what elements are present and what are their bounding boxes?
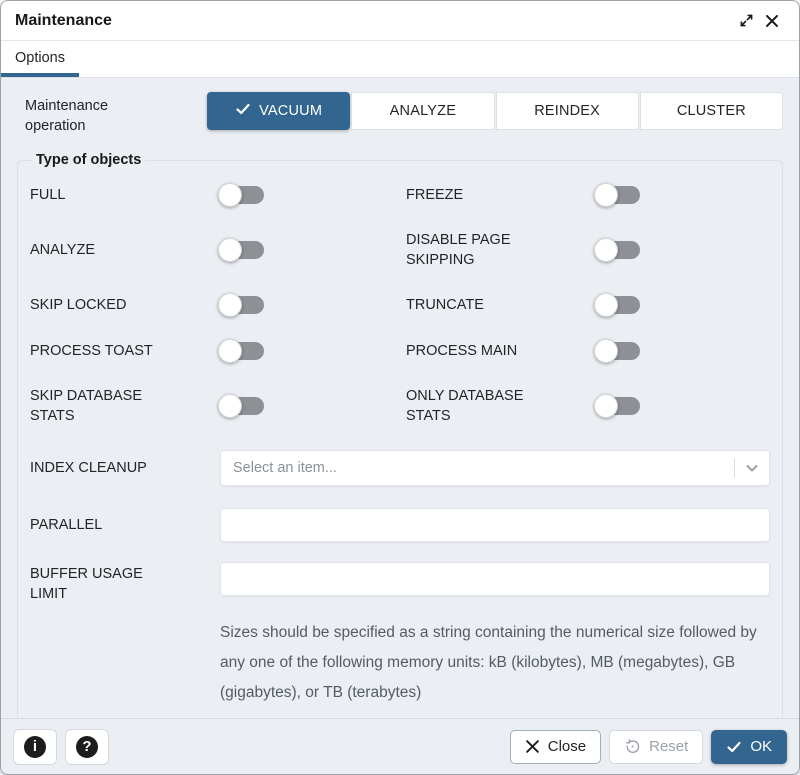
maintenance-dialog: Maintenance Options Maintenance operatio… [0, 0, 800, 775]
operation-vacuum-button[interactable]: VACUUM [207, 92, 350, 130]
index-cleanup-row: INDEX CLEANUP Select an item... [30, 438, 770, 494]
check-icon [726, 739, 742, 755]
dialog-content: Maintenance operation VACUUM ANALYZE REI… [1, 78, 799, 718]
chevron-down-icon [743, 459, 761, 477]
full-toggle[interactable] [220, 186, 264, 204]
parallel-label: PARALLEL [30, 515, 220, 535]
truncate-toggle[interactable] [596, 296, 640, 314]
operation-button-group: VACUUM ANALYZE REINDEX CLUSTER [207, 92, 783, 136]
operation-cluster-button[interactable]: CLUSTER [640, 92, 783, 130]
skip-locked-toggle[interactable] [220, 296, 264, 314]
disable-page-skipping-toggle[interactable] [596, 241, 640, 259]
operation-analyze-button[interactable]: ANALYZE [351, 92, 494, 130]
maintenance-operation-row: Maintenance operation VACUUM ANALYZE REI… [17, 92, 783, 136]
buffer-usage-note-row: Sizes should be specified as a string co… [30, 612, 770, 708]
info-icon: i [24, 736, 46, 758]
index-cleanup-label: INDEX CLEANUP [30, 458, 220, 478]
type-of-objects-fieldset: Type of objects FULL FREEZE ANALYZE DISA… [17, 152, 783, 718]
buffer-usage-limit-label: BUFFER USAGE LIMIT [30, 562, 220, 604]
expand-button[interactable] [733, 8, 759, 34]
toggle-row-freeze: FREEZE [406, 172, 770, 218]
dialog-footer: i ? Close Reset O [1, 718, 799, 774]
freeze-toggle[interactable] [596, 186, 640, 204]
toggle-row-disable-page-skipping: DISABLE PAGE SKIPPING [406, 218, 770, 282]
type-of-objects-legend: Type of objects [32, 152, 145, 168]
help-button[interactable]: ? [65, 729, 109, 765]
process-main-toggle[interactable] [596, 342, 640, 360]
buffer-usage-note: Sizes should be specified as a string co… [220, 618, 770, 708]
toggle-row-skip-locked: SKIP LOCKED [30, 282, 394, 328]
reset-button[interactable]: Reset [609, 730, 703, 764]
skip-database-stats-toggle[interactable] [220, 397, 264, 415]
ok-button[interactable]: OK [711, 730, 787, 764]
tab-options[interactable]: Options [1, 41, 79, 77]
toggle-row-skip-database-stats: SKIP DATABASE STATS [30, 374, 394, 438]
toggle-row-only-database-stats: ONLY DATABASE STATS [406, 374, 770, 438]
only-database-stats-toggle[interactable] [596, 397, 640, 415]
close-button[interactable]: Close [510, 730, 601, 764]
rotate-left-icon [624, 738, 641, 755]
parallel-row: PARALLEL [30, 494, 770, 550]
tab-bar: Options [1, 41, 799, 78]
toggle-row-truncate: TRUNCATE [406, 282, 770, 328]
sql-info-button[interactable]: i [13, 729, 57, 765]
analyze-toggle[interactable] [220, 241, 264, 259]
operation-reindex-button[interactable]: REINDEX [496, 92, 639, 130]
index-cleanup-placeholder: Select an item... [233, 460, 734, 476]
close-icon [765, 14, 779, 28]
buffer-usage-limit-input[interactable] [220, 562, 770, 596]
x-icon [525, 739, 540, 754]
toggle-grid: FULL FREEZE ANALYZE DISABLE PAGE SKIPPIN… [30, 172, 770, 438]
expand-icon [739, 13, 754, 28]
toggle-row-process-toast: PROCESS TOAST [30, 328, 394, 374]
check-icon [235, 101, 251, 121]
title-bar: Maintenance [1, 1, 799, 41]
process-toast-toggle[interactable] [220, 342, 264, 360]
toggle-row-process-main: PROCESS MAIN [406, 328, 770, 374]
dialog-title: Maintenance [15, 12, 733, 30]
parallel-input[interactable] [220, 508, 770, 542]
buffer-usage-limit-row: BUFFER USAGE LIMIT [30, 550, 770, 612]
index-cleanup-select[interactable]: Select an item... [220, 450, 770, 486]
help-icon: ? [76, 736, 98, 758]
close-button-titlebar[interactable] [759, 8, 785, 34]
maintenance-operation-label: Maintenance operation [17, 92, 207, 136]
toggle-row-analyze: ANALYZE [30, 218, 394, 282]
toggle-row-full: FULL [30, 172, 394, 218]
